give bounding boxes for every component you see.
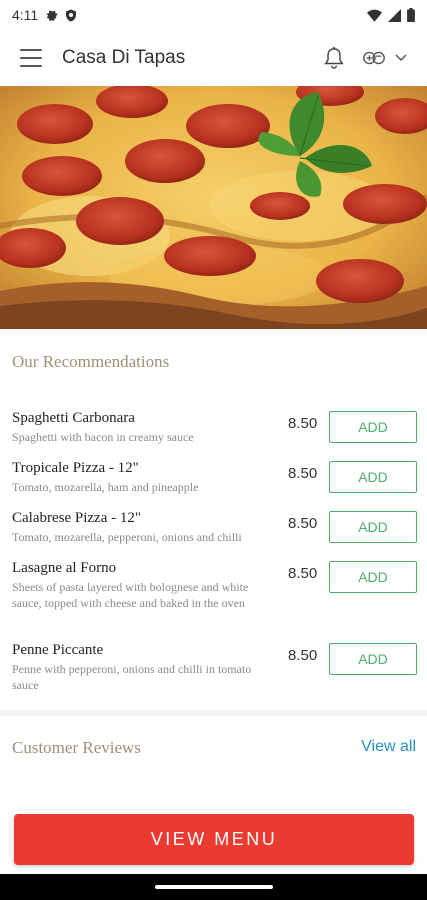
recommendations-list: Spaghetti Carbonara Spaghetti with bacon… bbox=[0, 408, 427, 700]
battery-icon bbox=[407, 8, 415, 22]
item-price: 8.50 bbox=[288, 647, 318, 664]
item-description: Penne with pepperoni, onions and chilli … bbox=[12, 662, 252, 692]
language-selector[interactable] bbox=[361, 48, 407, 68]
menu-item: Tropicale Pizza - 12" Tomato, mozarella,… bbox=[0, 458, 427, 508]
item-description: Tomato, mozarella, ham and pineapple bbox=[12, 480, 199, 494]
add-button[interactable]: ADD bbox=[329, 411, 417, 443]
chevron-down-icon bbox=[395, 54, 407, 62]
item-price: 8.50 bbox=[288, 515, 318, 532]
app-title: Casa Di Tapas bbox=[62, 47, 186, 68]
gear-icon bbox=[47, 9, 58, 21]
add-button[interactable]: ADD bbox=[329, 561, 417, 593]
item-description: Spaghetti with bacon in creamy sauce bbox=[12, 430, 194, 444]
item-price: 8.50 bbox=[288, 415, 318, 432]
add-button[interactable]: ADD bbox=[329, 643, 417, 675]
item-name: Lasagne al Forno bbox=[12, 560, 117, 576]
app-bar: Casa Di Tapas bbox=[0, 30, 427, 86]
signal-icon bbox=[388, 8, 401, 22]
item-name: Calabrese Pizza - 12" bbox=[12, 510, 141, 526]
view-all-link[interactable]: View all bbox=[361, 738, 416, 756]
system-nav-bar bbox=[0, 874, 427, 900]
hero-pizza-image bbox=[0, 86, 427, 329]
wifi-icon bbox=[367, 9, 382, 22]
bell-icon[interactable] bbox=[323, 46, 345, 70]
section-divider bbox=[0, 710, 427, 716]
item-name: Tropicale Pizza - 12" bbox=[12, 460, 139, 476]
item-description: Sheets of pasta layered with bolognese a… bbox=[12, 580, 249, 610]
item-name: Spaghetti Carbonara bbox=[12, 410, 135, 426]
menu-item: Lasagne al Forno Sheets of pasta layered… bbox=[0, 558, 427, 640]
item-name: Penne Piccante bbox=[12, 642, 104, 658]
item-price: 8.50 bbox=[288, 565, 318, 582]
menu-item: Calabrese Pizza - 12" Tomato, mozarella,… bbox=[0, 508, 427, 558]
add-button[interactable]: ADD bbox=[329, 511, 417, 543]
menu-icon[interactable] bbox=[20, 49, 42, 67]
menu-item: Penne Piccante Penne with pepperoni, oni… bbox=[0, 640, 427, 700]
shield-icon bbox=[66, 9, 77, 21]
recommendations-title: Our Recommendations bbox=[12, 352, 170, 371]
view-menu-button[interactable]: VIEW MENU bbox=[14, 814, 414, 865]
item-description: Tomato, mozarella, pepperoni, onions and… bbox=[12, 530, 242, 544]
home-handle[interactable] bbox=[155, 885, 273, 889]
status-time: 4:11 bbox=[12, 7, 39, 23]
status-bar: 4:11 bbox=[0, 0, 427, 30]
menu-item: Spaghetti Carbonara Spaghetti with bacon… bbox=[0, 408, 427, 458]
item-price: 8.50 bbox=[288, 465, 318, 482]
add-button[interactable]: ADD bbox=[329, 461, 417, 493]
language-icon bbox=[363, 51, 385, 65]
reviews-title: Customer Reviews bbox=[12, 738, 141, 757]
